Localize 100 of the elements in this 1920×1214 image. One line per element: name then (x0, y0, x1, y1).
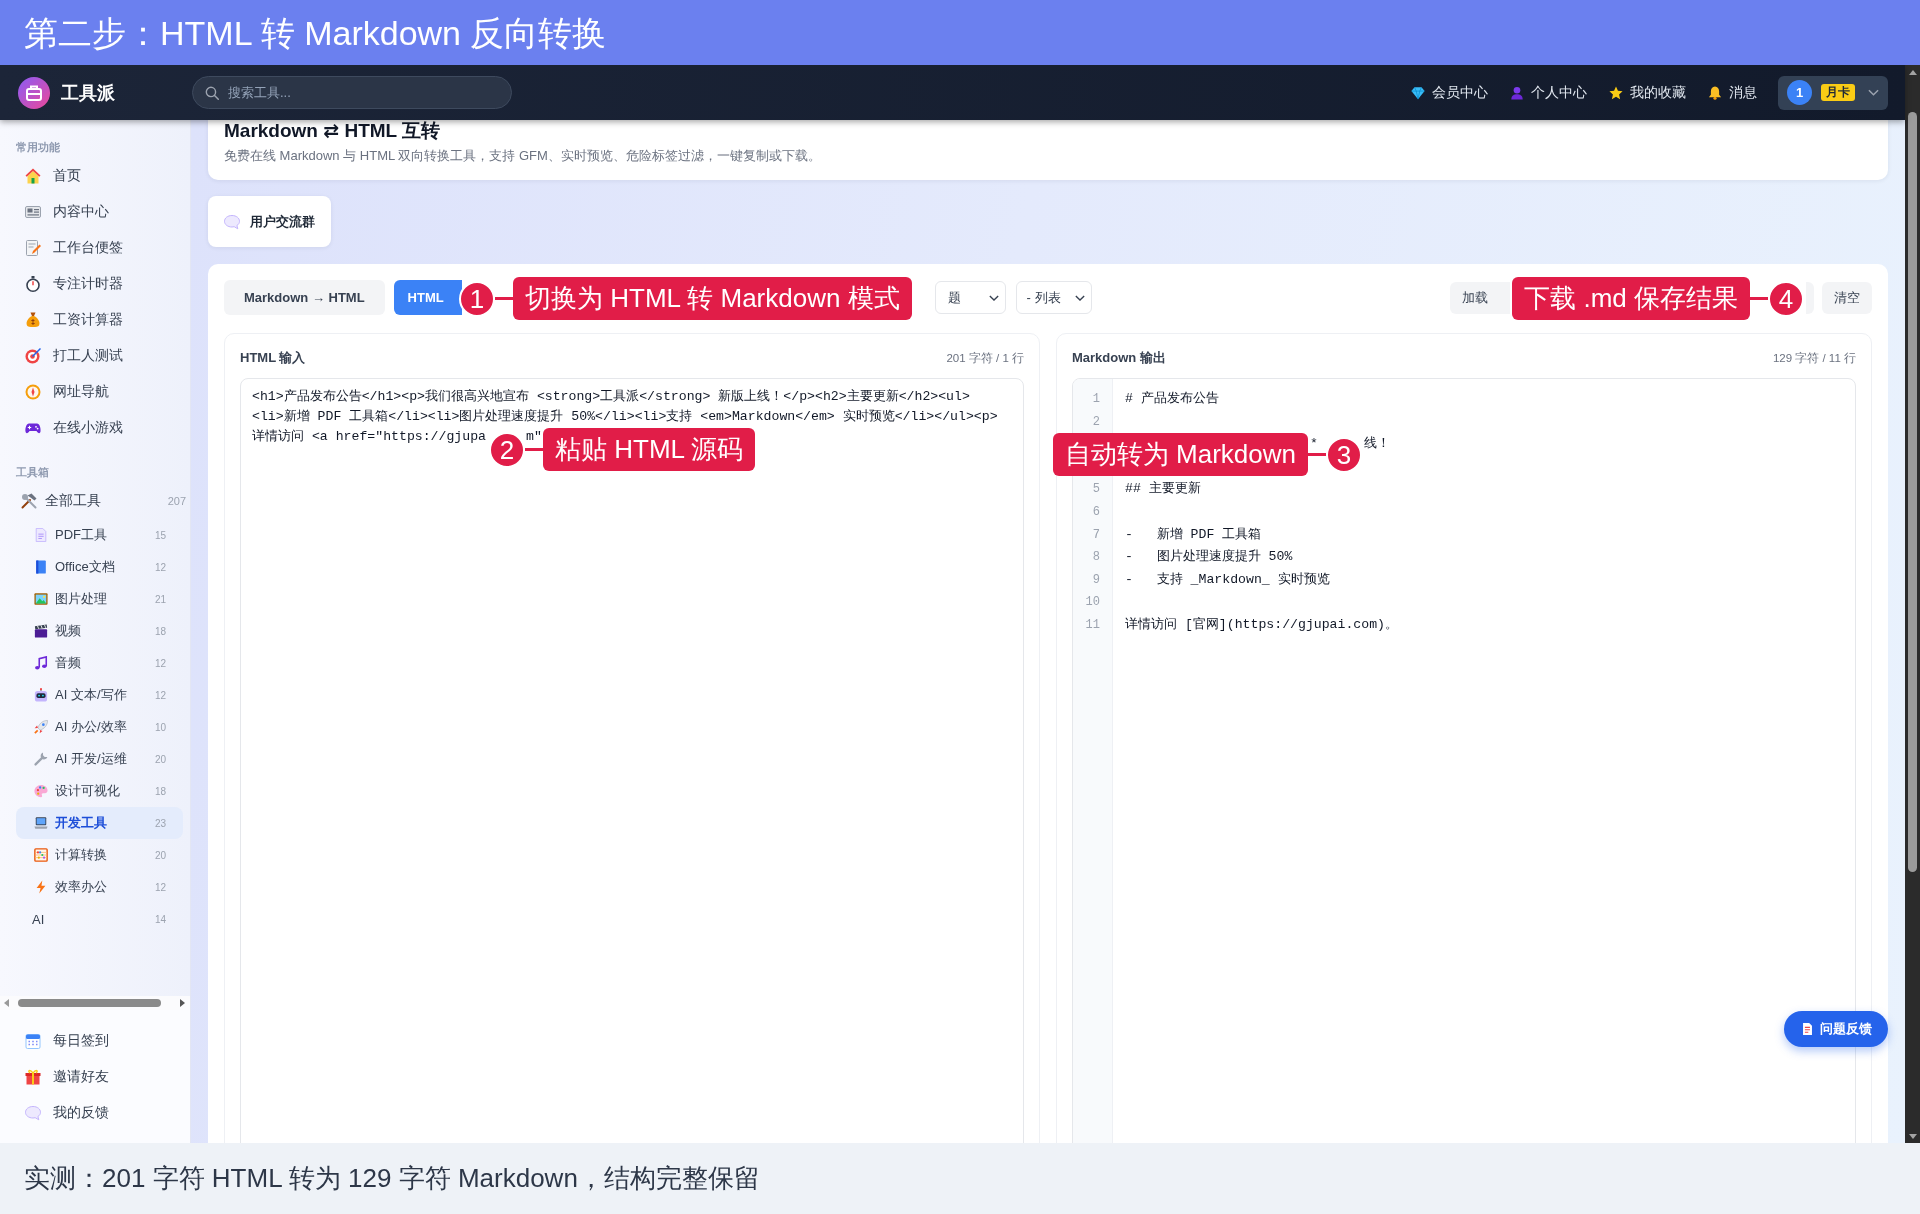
mode-tab[interactable]: Markdown → HTML (224, 280, 385, 315)
markdown-code-text: - 支持 _Markdown_ 实时预览 (1125, 571, 1330, 587)
nav-link[interactable]: 会员中心 (1411, 83, 1488, 102)
community-button[interactable]: 用户交流群 (208, 196, 331, 247)
section-heading: 常用功能 (16, 140, 60, 154)
chevron-down-icon (1868, 89, 1879, 96)
item-count: 20 (154, 849, 166, 861)
nav-link[interactable]: 我的收藏 (1609, 83, 1686, 102)
sidebar-item[interactable]: 全部工具 207 (0, 483, 190, 519)
item-count: 12 (154, 881, 166, 893)
sidebar-item[interactable]: 打工人测试 (0, 338, 190, 374)
toolbar-button[interactable]: 清空 (1822, 281, 1872, 314)
sidebar-item[interactable]: 在线小游戏 (0, 410, 190, 446)
avatar: 1 (1787, 80, 1812, 105)
page-subtitle: 免费在线 Markdown 与 HTML 双向转换工具，支持 GFM、实时预览、危险标签过滤，一键复制或下载。 (224, 147, 822, 165)
sidebar-item[interactable]: 设计可视化 18 (16, 775, 183, 807)
markdown-code-text: ## 主要更新 (1125, 481, 1201, 497)
panel-title: Markdown 输出 (1072, 349, 1166, 367)
person-icon (1510, 85, 1524, 100)
sidebar-item[interactable]: AI 14 (16, 903, 183, 935)
markdown-code-text: 详情访问 [官网](https://gjupai.com)。 (1125, 616, 1399, 632)
compass-icon (25, 384, 41, 400)
sidebar-item[interactable]: 我的反馈 (0, 1095, 190, 1131)
sidebar-item[interactable]: 内容中心 (0, 194, 190, 230)
sidebar-item[interactable]: 工作台便签 (0, 230, 190, 266)
callout-label: 下载 .md 保存结果 (1512, 277, 1750, 320)
line-number: 6 (1092, 504, 1100, 519)
mode-tab[interactable]: HTML (393, 280, 462, 315)
sidebar-item[interactable]: 效率办公 12 (16, 871, 183, 903)
item-count: 20 (154, 753, 166, 765)
markdown-code-text: - 图片处理速度提升 50% (1125, 549, 1293, 565)
sidebar-item[interactable]: 音频 12 (16, 647, 183, 679)
sidebar-item[interactable]: AI 开发/运维 20 (16, 743, 183, 775)
logo-icon[interactable] (18, 76, 50, 109)
sidebar-item[interactable]: 开发工具 23 (16, 807, 183, 839)
gift-icon (25, 1069, 41, 1085)
nav-link[interactable]: 消息 (1708, 83, 1757, 102)
nav-link[interactable]: 个人中心 (1510, 83, 1587, 102)
line-number: 9 (1092, 572, 1100, 587)
lightning-icon (34, 880, 48, 894)
sidebar-item[interactable]: 邀请好友 (0, 1059, 190, 1095)
scroll-right-icon[interactable] (180, 999, 185, 1007)
sidebar-item[interactable]: AI 文本/写作 12 (16, 679, 183, 711)
callout-label: 自动转为 Markdown (1052, 433, 1308, 476)
item-count: 10 (154, 721, 166, 733)
sidebar-item[interactable]: 工资计算器 (0, 302, 190, 338)
line-number: 1 (1092, 392, 1100, 406)
clapperboard-icon (34, 624, 48, 638)
item-count: 18 (154, 625, 166, 637)
leader-line (525, 448, 543, 451)
markdown-code-text: - 新增 PDF 工具箱 (1125, 526, 1262, 542)
dropdown[interactable]: 题 (934, 281, 1006, 314)
scroll-up-icon[interactable] (1908, 70, 1917, 75)
search-field[interactable]: 搜索工具... (192, 76, 512, 109)
item-count: 23 (154, 817, 166, 829)
sidebar-item[interactable]: 网址导航 (0, 374, 190, 410)
sidebar-item[interactable]: 图片处理 21 (16, 583, 183, 615)
item-count: 207 (167, 495, 186, 507)
sidebar-item[interactable]: PDF工具 15 (16, 519, 183, 551)
sidebar-item[interactable]: Office文档 12 (16, 551, 183, 583)
scroll-down-icon[interactable] (1908, 1134, 1917, 1139)
page-title: Markdown ⇄ HTML 互转 (224, 120, 442, 142)
tools-icon (21, 493, 37, 509)
sidebar-item[interactable]: 首页 (0, 158, 190, 194)
toolbar-button[interactable]: 加载 (1450, 281, 1510, 314)
scrollbar-thumb[interactable] (1908, 112, 1917, 872)
item-count: 15 (154, 529, 166, 541)
money-bag-icon (25, 312, 41, 328)
abacus-icon (34, 848, 48, 862)
item-count: 12 (154, 689, 166, 701)
chevron-down-icon (1074, 294, 1085, 301)
banner-title: 第二步：HTML 转 Markdown 反向转换 (24, 12, 607, 53)
sidebar-item[interactable]: 视频 18 (16, 615, 183, 647)
scroll-left-icon[interactable] (4, 999, 9, 1007)
line-number: 2 (1092, 414, 1100, 429)
line-number: 11 (1085, 617, 1100, 632)
leader-line (1750, 297, 1768, 300)
feedback-button[interactable]: 问题反馈 (1784, 1011, 1888, 1047)
calendar-icon (25, 1033, 41, 1049)
sidebar-item[interactable]: AI 办公/效率 10 (16, 711, 183, 743)
laptop-icon (34, 816, 48, 830)
gem-icon (1411, 85, 1425, 100)
user-menu-button[interactable]: 1 月卡 (1778, 75, 1888, 110)
line-number: 7 (1092, 527, 1100, 542)
scrollbar-thumb[interactable] (18, 999, 161, 1007)
newspaper-icon (25, 204, 41, 220)
sidebar-item[interactable]: 每日签到 (0, 1023, 190, 1059)
picture-icon (34, 592, 48, 606)
sidebar-item[interactable]: 专注计时器 (0, 266, 190, 302)
brand-name[interactable]: 工具派 (61, 80, 115, 105)
dropdown[interactable]: - 列表 (1015, 281, 1092, 314)
line-number: 10 (1085, 595, 1100, 610)
markdown-code-text: # 产品发布公告 (1125, 391, 1219, 406)
line-number: 5 (1092, 482, 1100, 497)
chevron-down-icon (988, 294, 999, 301)
sidebar-item[interactable]: 计算转换 20 (16, 839, 183, 871)
target-icon (25, 348, 41, 364)
markdown-code-text: * (1310, 435, 1318, 454)
callout-label: 切换为 HTML 转 Markdown 模式 (513, 277, 912, 320)
leader-line (1308, 453, 1326, 456)
